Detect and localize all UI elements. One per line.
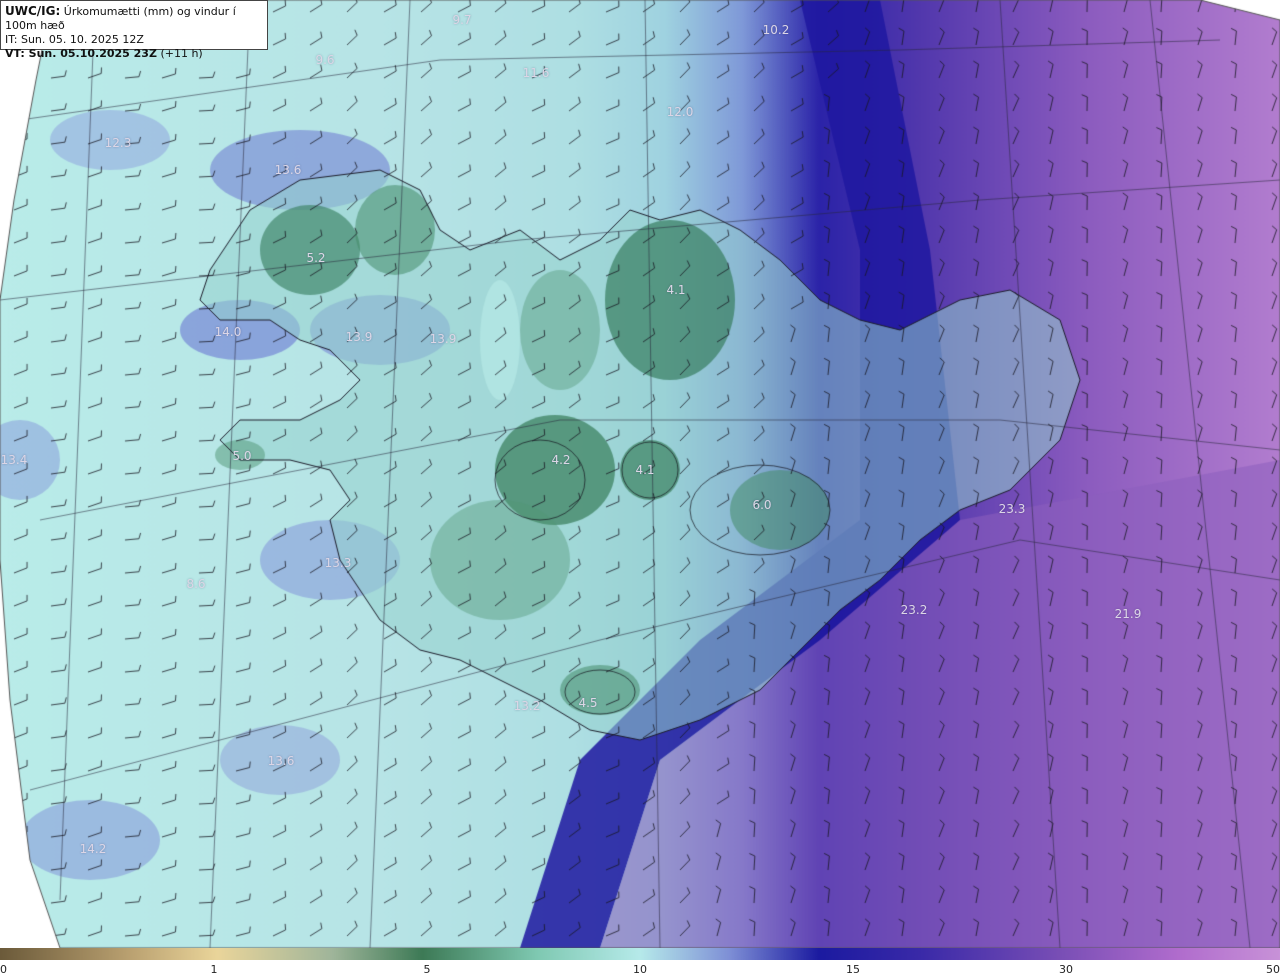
colorbar-tick-label: 30 — [1059, 963, 1073, 976]
valid-time: VT: Sun. 05.10.2025 23Z — [5, 47, 157, 60]
precip-value-label: 8.6 — [186, 577, 206, 591]
title-line: UWC/IG: Úrkomumætti (mm) og vindur í 100… — [5, 4, 263, 33]
legend-colorbar — [0, 948, 1280, 960]
forecast-offset: (+11 h) — [160, 47, 203, 60]
precip-value-label: 6.0 — [752, 498, 772, 512]
colorbar-tick-label: 15 — [846, 963, 860, 976]
precip-value-label: 13.9 — [429, 332, 457, 346]
precip-value-label: 5.0 — [232, 449, 252, 463]
colorbar-tick-label: 1 — [210, 963, 218, 976]
colorbar-tick-label: 0 — [0, 963, 7, 976]
precip-value-label: 14.0 — [214, 325, 242, 339]
precip-value-label: 12.3 — [104, 136, 132, 150]
precip-value-label: 10.2 — [762, 23, 790, 37]
model-tag: UWC/IG: — [5, 4, 61, 18]
precip-value-label: 4.1 — [635, 463, 655, 477]
precip-value-label: 23.3 — [998, 502, 1026, 516]
colorbar-tick-label: 10 — [633, 963, 647, 976]
precip-value-label: 4.2 — [551, 453, 571, 467]
precip-value-label: 13.6 — [274, 163, 302, 177]
precip-value-label: 5.2 — [306, 251, 326, 265]
colorbar-tick-label: 50 — [1266, 963, 1280, 976]
precip-value-label: 11.6 — [522, 66, 550, 80]
precip-value-label: 13.6 — [267, 754, 295, 768]
precip-value-label: 13.4 — [0, 453, 28, 467]
precip-value-label: 4.1 — [666, 283, 686, 297]
precip-value-label: 12.0 — [666, 105, 694, 119]
value-labels-layer: 9.7 10.2 9.6 11.6 12.0 13.6 12.3 5.2 14.0 13.9 13.… — [0, 0, 1280, 948]
precip-value-label: 9.6 — [315, 53, 335, 67]
precip-value-label: 23.2 — [900, 603, 928, 617]
colorbar-tick-label: 5 — [423, 963, 431, 976]
precip-value-label: 13.9 — [345, 330, 373, 344]
precip-value-label: 21.9 — [1114, 607, 1142, 621]
initial-time: IT: Sun. 05. 10. 2025 12Z — [5, 33, 144, 46]
precip-value-label: 13.2 — [513, 699, 541, 713]
colorbar-ticks: 0 1 5 10 15 30 50 — [0, 960, 1280, 978]
precip-value-label: 13.3 — [324, 556, 352, 570]
map-info-box: UWC/IG: Úrkomumætti (mm) og vindur í 100… — [0, 0, 268, 60]
precip-value-label: 9.7 — [452, 13, 472, 27]
precip-value-label: 4.5 — [578, 696, 598, 710]
valid-time-line: VT: Sun. 05.10.2025 23Z (+11 h) — [5, 47, 263, 61]
precip-value-label: 14.2 — [79, 842, 107, 856]
